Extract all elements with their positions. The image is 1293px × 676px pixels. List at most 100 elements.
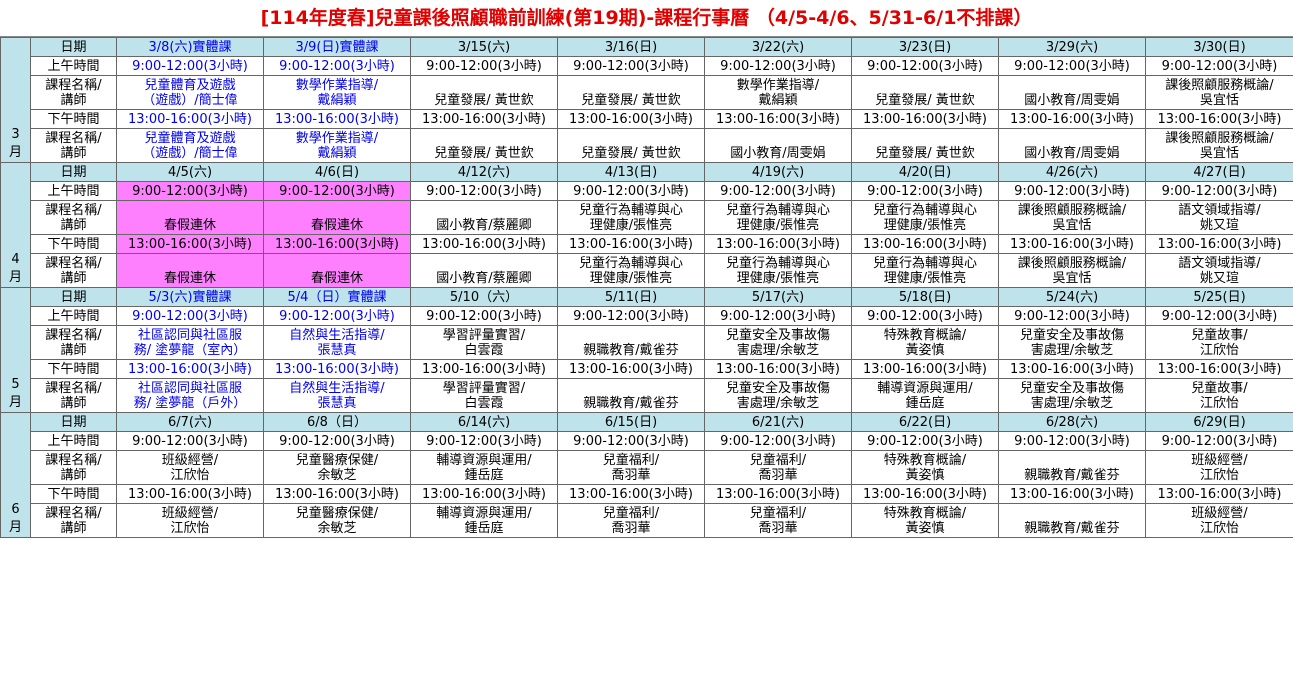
course-line1: 兒童行為輔導與心 xyxy=(578,256,683,271)
time-cell: 9:00-12:00(3小時) xyxy=(998,56,1146,76)
time-text: 13:00-16:00(3小時) xyxy=(715,486,841,502)
time-text: 13:00-16:00(3小時) xyxy=(127,111,253,127)
time-cell: 13:00-16:00(3小時) xyxy=(263,109,411,129)
month-label: 6月 xyxy=(0,412,31,538)
course-line2: 害處理/余敏芝 xyxy=(736,396,820,411)
course-line1: 特殊教育概論/ xyxy=(883,453,967,468)
time-cell: 13:00-16:00(3小時) xyxy=(410,109,558,129)
course-cell: 兒童發展/ 黃世欽 xyxy=(557,128,705,163)
time-cell: 13:00-16:00(3小時) xyxy=(1145,109,1293,129)
course-line1: 兒童福利/ xyxy=(602,506,660,521)
course-line1: 班級經營/ xyxy=(1191,506,1248,521)
time-cell: 13:00-16:00(3小時) xyxy=(410,484,558,504)
time-cell: 9:00-12:00(3小時) xyxy=(704,431,852,451)
time-cell: 13:00-16:00(3小時) xyxy=(704,109,852,129)
time-text: 13:00-16:00(3小時) xyxy=(715,361,841,377)
row-label: 日期 xyxy=(30,412,117,432)
row-label: 日期 xyxy=(30,162,117,182)
course-line2: 戴絹穎 xyxy=(758,93,798,108)
date-text: 6/28(六) xyxy=(1045,414,1099,430)
date-text: 3/30(日) xyxy=(1193,39,1246,55)
schedule-row-dates: 3 月日期 3/8(六)實體課 3/9(日)實體課 3/15(六) 3/16(日) 3/22… xyxy=(0,37,1293,163)
time-text: 9:00-12:00(3小時) xyxy=(1161,183,1278,199)
course-line1: 兒童體育及遊戲 xyxy=(144,78,236,93)
time-text: 9:00-12:00(3小時) xyxy=(573,58,689,74)
date-text: 3/29(六) xyxy=(1045,39,1099,55)
time-cell: 13:00-16:00(3小時) xyxy=(557,359,705,379)
time-text: 9:00-12:00(3小時) xyxy=(132,183,248,199)
date-text: 5/3(六)實體課 xyxy=(148,289,232,305)
row-label: 上午時間 xyxy=(30,431,117,451)
time-cell: 13:00-16:00(3小時) xyxy=(263,234,411,254)
time-cell: 9:00-12:00(3小時) xyxy=(557,431,705,451)
course-line2: 親職教育/戴雀芬 xyxy=(583,343,679,358)
course-line1: 語文領域指導/ xyxy=(1178,203,1261,218)
course-cell: 兒童故事/江欣怡 xyxy=(1145,325,1293,360)
time-text: 9:00-12:00(3小時) xyxy=(1014,308,1130,324)
schedule-row-am_courses: 課程名稱/講師 社區認同與社區服 務/ 塗夢龍（室內） 自然與生活指導/張慧真 學習評量… xyxy=(1,325,1293,360)
date-cell: 3/29(六) xyxy=(998,37,1146,57)
course-line1 xyxy=(412,256,557,271)
time-text: 9:00-12:00(3小時) xyxy=(1161,433,1278,449)
course-cell: 語文領域指導/姚又瑄 xyxy=(1145,200,1293,235)
date-text: 3/16(日) xyxy=(604,39,658,55)
date-cell: 3/22(六) xyxy=(704,37,852,57)
time-cell: 9:00-12:00(3小時) xyxy=(851,56,999,76)
month-suffix: 月 xyxy=(8,145,22,160)
time-text: 13:00-16:00(3小時) xyxy=(1009,111,1135,127)
time-cell: 9:00-12:00(3小時) xyxy=(263,431,411,451)
time-text: 13:00-16:00(3小時) xyxy=(274,361,400,377)
course-cell: 兒童醫療保健/余敏芝 xyxy=(263,450,411,485)
course-cell: 兒童發展/ 黃世欽 xyxy=(410,75,558,110)
course-line1: 課後照顧服務概論/ xyxy=(1165,131,1274,146)
row-label: 課程名稱/講師 xyxy=(30,200,117,235)
row-label-line2: 講師 xyxy=(60,270,87,286)
course-line1: 課後照顧服務概論/ xyxy=(1165,78,1274,93)
course-line2: 吳宜恬 xyxy=(1199,146,1239,161)
course-line1 xyxy=(853,78,998,93)
course-cell: 學習評量實習/白雲霞 xyxy=(410,325,558,360)
course-line2: 春假連休 xyxy=(310,271,363,286)
time-text: 13:00-16:00(3小時) xyxy=(862,236,988,252)
course-line2: 吳宜恬 xyxy=(1052,218,1092,233)
course-cell: 兒童發展/ 黃世欽 xyxy=(557,75,705,110)
course-line2: 喬羽華 xyxy=(758,468,798,483)
course-line1: 學習評量實習/ xyxy=(442,328,526,343)
time-cell: 9:00-12:00(3小時) xyxy=(704,181,852,201)
course-cell: 兒童行為輔導與心 理健康/張惟亮 xyxy=(557,200,705,235)
time-text: 13:00-16:00(3小時) xyxy=(274,486,400,502)
course-cell: 國小教育/蔡麗卿 xyxy=(410,200,558,235)
time-text: 13:00-16:00(3小時) xyxy=(421,111,547,127)
course-line1 xyxy=(559,78,704,93)
course-cell: 親職教育/戴雀芬 xyxy=(998,503,1146,538)
course-line2: 江欣怡 xyxy=(170,521,210,536)
date-text: 4/13(日) xyxy=(604,164,658,180)
time-text: 9:00-12:00(3小時) xyxy=(132,433,248,449)
time-text: 13:00-16:00(3小時) xyxy=(568,111,694,127)
course-line1: 社區認同與社區服 xyxy=(137,381,242,396)
schedule-row-am_times: 上午時間 9:00-12:00(3小時) 9:00-12:00(3小時) 9:00-1… xyxy=(1,181,1293,201)
course-line2: 江欣怡 xyxy=(1199,468,1239,483)
row-label-text: 日期 xyxy=(60,414,87,430)
course-cell: 兒童發展/ 黃世欽 xyxy=(851,75,999,110)
time-text: 9:00-12:00(3小時) xyxy=(1014,183,1130,199)
time-cell: 13:00-16:00(3小時) xyxy=(998,359,1146,379)
row-label-text: 日期 xyxy=(60,164,87,180)
date-cell: 4/19(六) xyxy=(704,162,852,182)
time-text: 13:00-16:00(3小時) xyxy=(274,236,400,252)
time-cell: 9:00-12:00(3小時) xyxy=(1145,306,1293,326)
course-cell: 兒童體育及遊戲 （遊戲）/簡士偉 xyxy=(116,75,264,110)
date-cell: 4/12(六) xyxy=(410,162,558,182)
course-line1: 數學作業指導/ xyxy=(736,78,820,93)
row-label-line1: 課程名稱/ xyxy=(45,505,102,521)
time-text: 9:00-12:00(3小時) xyxy=(279,308,395,324)
time-text: 9:00-12:00(3小時) xyxy=(720,58,836,74)
month-number: 6 xyxy=(11,502,20,517)
time-text: 13:00-16:00(3小時) xyxy=(568,236,694,252)
course-line1 xyxy=(1000,78,1145,93)
course-line2: （遊戲）/簡士偉 xyxy=(142,146,238,161)
time-text: 13:00-16:00(3小時) xyxy=(568,486,694,502)
row-label-text: 上午時間 xyxy=(47,308,100,324)
schedule-row-dates: 6 月日期 6/7(六) 6/8（日） 6/14(六) 6/15(日) 6/21(六) 6/2… xyxy=(0,412,1293,538)
course-line2: 務/ 塗夢龍（室內） xyxy=(133,343,247,358)
